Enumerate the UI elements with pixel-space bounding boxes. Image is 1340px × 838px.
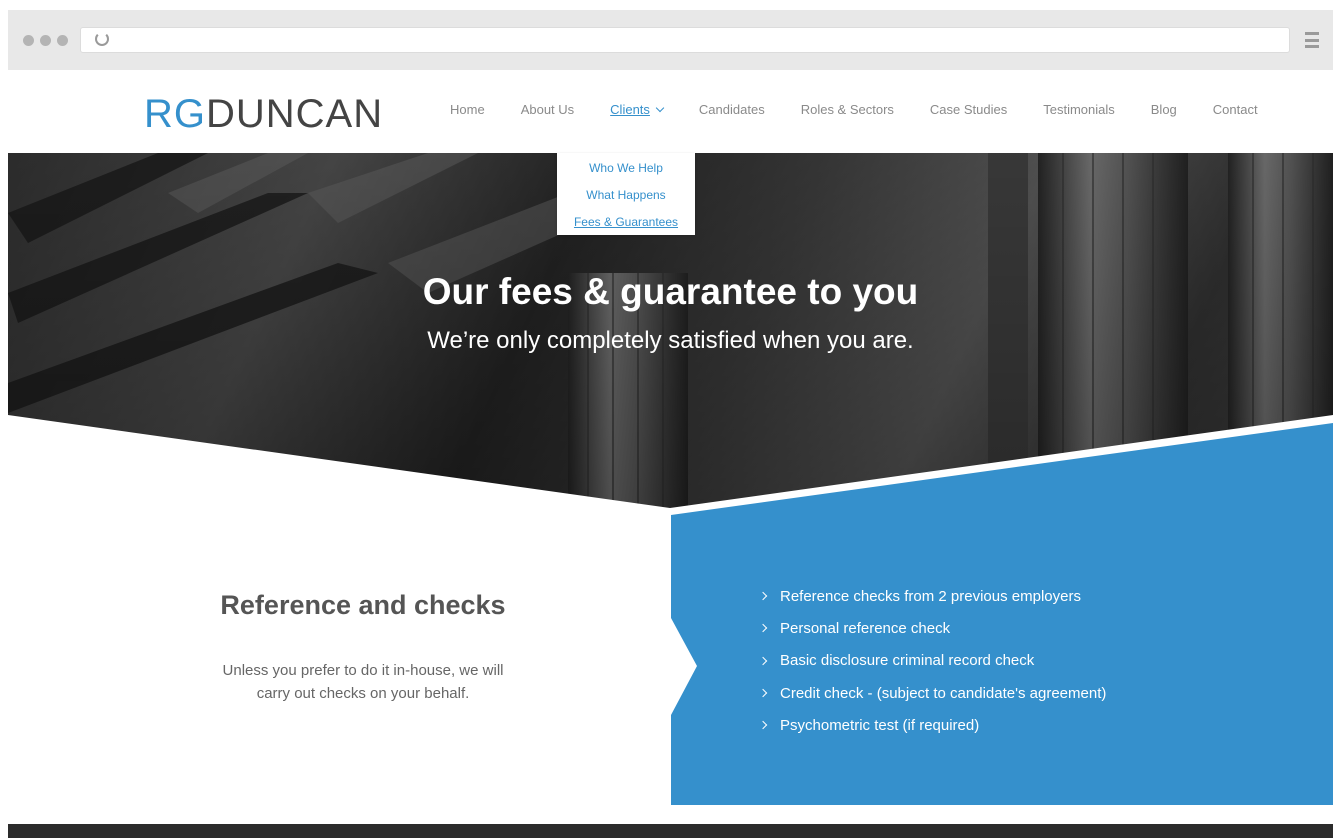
chevron-right-icon — [758, 656, 768, 665]
nav-candidates[interactable]: Candidates — [699, 102, 765, 117]
hero-subtitle: We’re only completely satisfied when you… — [427, 327, 914, 354]
minimize-window-dot[interactable] — [40, 35, 51, 46]
check-label: Reference checks from 2 previous employe… — [780, 587, 1081, 605]
browser-window: RGDUNCAN Home About Us Clients Candidate… — [8, 10, 1333, 838]
site-header: RGDUNCAN Home About Us Clients Candidate… — [8, 70, 1333, 153]
list-item: Reference checks from 2 previous employe… — [758, 580, 1106, 612]
nav-about-us[interactable]: About Us — [521, 102, 574, 117]
chevron-right-icon — [758, 721, 768, 730]
dropdown-who-we-help[interactable]: Who We Help — [557, 159, 695, 177]
chevron-right-icon — [758, 624, 768, 633]
reference-intro: Reference and checks Unless you prefer t… — [158, 590, 568, 720]
check-label: Basic disclosure criminal record check — [780, 652, 1035, 670]
clients-dropdown-menu: Who We Help What Happens Fees & Guarante… — [557, 153, 695, 235]
reload-icon[interactable] — [95, 32, 109, 46]
list-item: Personal reference check — [758, 612, 1106, 644]
list-item: Credit check - (subject to candidate's a… — [758, 677, 1107, 709]
nav-contact[interactable]: Contact — [1213, 102, 1258, 117]
address-bar[interactable] — [80, 27, 1290, 53]
main-nav: Home About Us Clients Candidates Roles &… — [450, 102, 1294, 117]
section-heading: Reference and checks — [220, 590, 506, 620]
nav-home[interactable]: Home — [450, 102, 485, 117]
list-item: Basic disclosure criminal record check — [758, 645, 1106, 677]
maximize-window-dot[interactable] — [57, 35, 68, 46]
next-section-image — [8, 824, 1333, 838]
site-logo[interactable]: RGDUNCAN — [144, 92, 383, 136]
nav-clients-label: Clients — [610, 102, 650, 117]
nav-case-studies[interactable]: Case Studies — [930, 102, 1007, 117]
hero-title: Our fees & guarantee to you — [422, 271, 919, 312]
list-item: Psychometric test (if required) — [758, 709, 1106, 741]
dropdown-fees-guarantees[interactable]: Fees & Guarantees — [557, 213, 695, 231]
browser-menu-icon[interactable] — [1305, 32, 1319, 48]
browser-toolbar — [8, 10, 1333, 71]
check-label: Credit check - (subject to candidate's a… — [780, 684, 1107, 702]
nav-roles-sectors[interactable]: Roles & Sectors — [801, 102, 894, 117]
nav-clients[interactable]: Clients — [610, 102, 665, 117]
check-label: Personal reference check — [780, 619, 951, 637]
check-label: Psychometric test (if required) — [780, 716, 980, 734]
logo-duncan: DUNCAN — [206, 92, 384, 136]
window-controls — [23, 35, 68, 46]
close-window-dot[interactable] — [23, 35, 34, 46]
section-body: Unless you prefer to do it in-house, we … — [222, 662, 504, 702]
dropdown-what-happens[interactable]: What Happens — [557, 186, 695, 204]
chevron-right-icon — [758, 591, 768, 601]
nav-blog[interactable]: Blog — [1151, 102, 1177, 117]
nav-testimonials[interactable]: Testimonials — [1043, 102, 1115, 117]
logo-rg: RG — [144, 92, 206, 136]
checks-list: Reference checks from 2 previous employe… — [758, 580, 1107, 741]
chevron-right-icon — [758, 688, 768, 698]
chevron-down-icon — [655, 103, 665, 113]
